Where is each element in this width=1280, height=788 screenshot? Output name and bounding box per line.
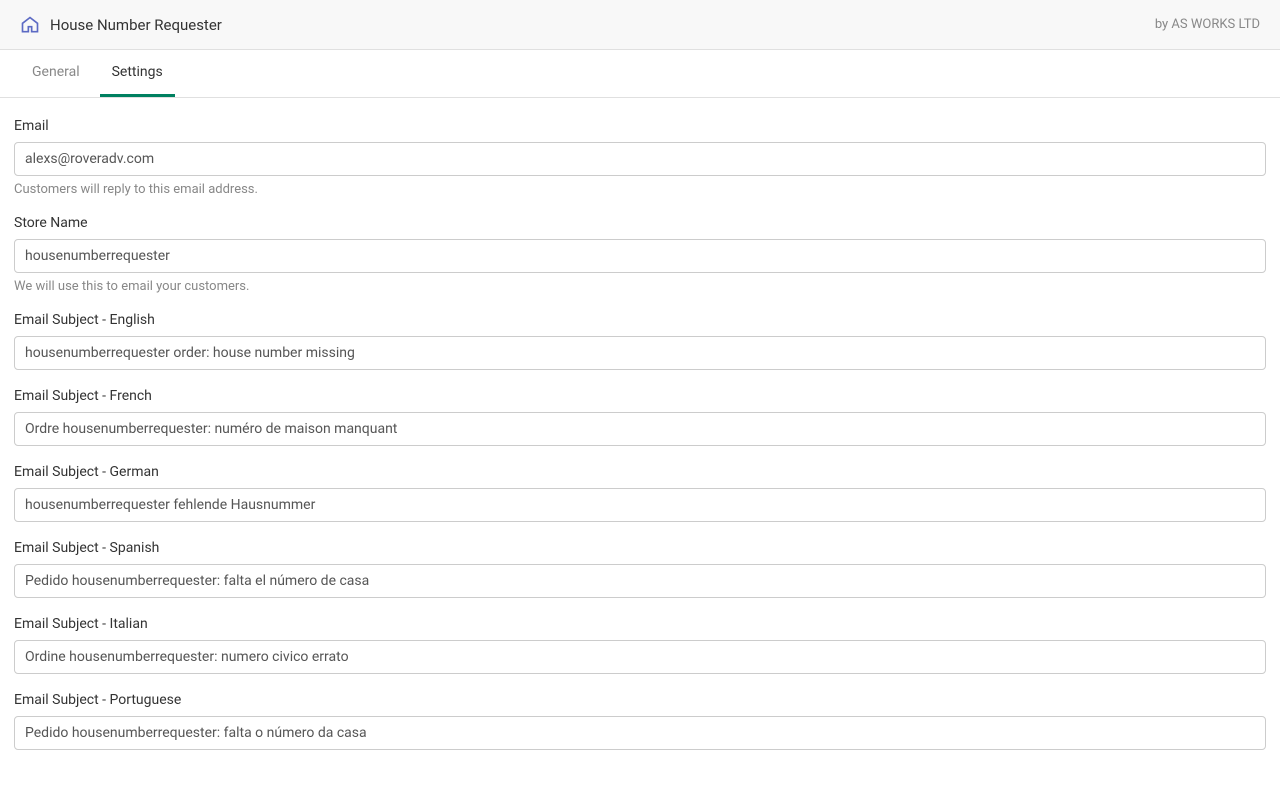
subject-german-field[interactable] xyxy=(14,488,1266,522)
form-group-subject-english: Email Subject - English xyxy=(14,312,1266,370)
subject-english-field[interactable] xyxy=(14,336,1266,370)
tabs-bar: General Settings xyxy=(0,50,1280,98)
store-name-field[interactable] xyxy=(14,239,1266,273)
form-group-subject-italian: Email Subject - Italian xyxy=(14,616,1266,674)
tab-settings[interactable]: Settings xyxy=(100,50,175,97)
app-title: House Number Requester xyxy=(50,16,222,34)
form-group-store-name: Store Name We will use this to email you… xyxy=(14,215,1266,294)
subject-spanish-field[interactable] xyxy=(14,564,1266,598)
form-group-email: Email Customers will reply to this email… xyxy=(14,118,1266,197)
subject-french-label: Email Subject - French xyxy=(14,388,1266,404)
settings-form: Email Customers will reply to this email… xyxy=(0,98,1280,788)
store-name-label: Store Name xyxy=(14,215,1266,231)
subject-italian-field[interactable] xyxy=(14,640,1266,674)
email-field[interactable] xyxy=(14,142,1266,176)
header-left: House Number Requester xyxy=(20,15,222,35)
form-group-subject-portuguese: Email Subject - Portuguese xyxy=(14,692,1266,750)
app-header: House Number Requester by AS WORKS LTD xyxy=(0,0,1280,50)
house-icon xyxy=(20,15,40,35)
store-name-help: We will use this to email your customers… xyxy=(14,279,1266,294)
form-group-subject-spanish: Email Subject - Spanish xyxy=(14,540,1266,598)
subject-spanish-label: Email Subject - Spanish xyxy=(14,540,1266,556)
subject-french-field[interactable] xyxy=(14,412,1266,446)
subject-italian-label: Email Subject - Italian xyxy=(14,616,1266,632)
subject-german-label: Email Subject - German xyxy=(14,464,1266,480)
subject-english-label: Email Subject - English xyxy=(14,312,1266,328)
form-group-subject-german: Email Subject - German xyxy=(14,464,1266,522)
subject-portuguese-field[interactable] xyxy=(14,716,1266,750)
tab-general[interactable]: General xyxy=(20,50,92,97)
app-author: by AS WORKS LTD xyxy=(1155,17,1260,32)
subject-portuguese-label: Email Subject - Portuguese xyxy=(14,692,1266,708)
email-label: Email xyxy=(14,118,1266,134)
email-help: Customers will reply to this email addre… xyxy=(14,182,1266,197)
form-group-subject-french: Email Subject - French xyxy=(14,388,1266,446)
